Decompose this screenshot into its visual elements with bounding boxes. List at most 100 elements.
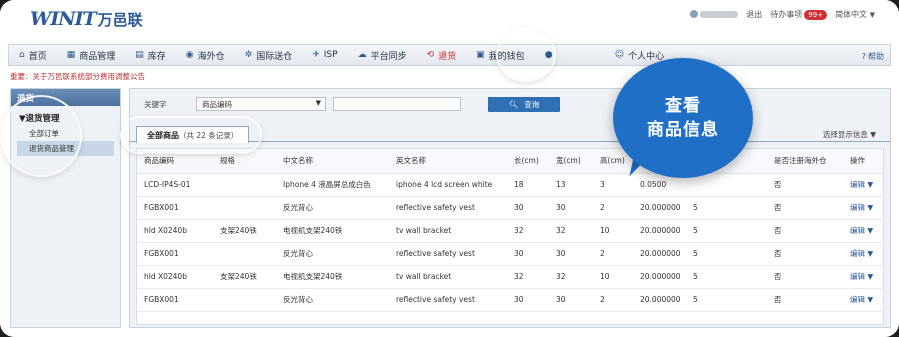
table-cell: 30 — [507, 196, 549, 220]
table-cell: reflective safety vest — [389, 288, 507, 312]
help-link[interactable]: ? 帮助 — [862, 45, 884, 67]
logo-text: 万邑联 — [97, 10, 143, 29]
keyword-input[interactable] — [333, 97, 461, 111]
chevron-down-icon: ▼ — [867, 272, 874, 281]
sidebar-item-return-products[interactable]: 退货商品管理 — [17, 141, 114, 156]
table-cell: 32 — [549, 219, 593, 243]
column-header: 中文名称 — [276, 149, 389, 174]
table-cell: LCD-IP4S-01 — [137, 173, 213, 197]
column-header: 宽(cm) — [549, 149, 593, 174]
nav-item-5[interactable]: ✈ ISP — [302, 44, 347, 66]
user-icon — [689, 9, 698, 18]
sidebar-item-all-orders[interactable]: 全部订单 — [11, 126, 120, 141]
chevron-down-icon: ▼ — [869, 11, 875, 19]
column-select-dropdown[interactable]: 选择显示信息 ▼ — [823, 129, 876, 140]
nav-item-8[interactable]: ▣ 我的钱包 — [466, 44, 535, 66]
table-cell: 20.000000 — [633, 196, 686, 220]
edit-label: 编辑 — [850, 295, 865, 304]
product-table-container: 商品编码规格中文名称英文名称长(cm)宽(cm)高(cm)D )是否注册海外仓操… — [136, 148, 884, 325]
table-cell: 32 — [507, 219, 549, 243]
grid-icon: ▦ — [66, 50, 76, 60]
notice-link[interactable]: 重要：关于万邑联系统部分费用调整公告 — [10, 71, 145, 82]
table-row[interactable]: hld X0240b 支架240铁 电视机支架240铁 tv wall bracket… — [137, 219, 883, 243]
table-cell: 支架240铁 — [213, 265, 276, 289]
language-label: 简体中文 — [835, 10, 868, 19]
nav-item-label: 我的钱包 — [488, 51, 525, 62]
keyword-type-select[interactable]: 商品编码 ▼ — [196, 97, 326, 111]
table-row[interactable]: FGBX001 反光背心 reflective safety vest 30 30 2 20… — [137, 242, 883, 266]
tab-bar: 全部商品（共 22 条记录） 选择显示信息 ▼ — [130, 126, 890, 143]
table-row[interactable]: FGBX001 反光背心 reflective safety vest 30 30 2 20… — [137, 196, 883, 220]
search-icon: 🔍︎ — [508, 100, 519, 109]
edit-action[interactable]: 编辑 ▼ — [843, 196, 883, 220]
table-cell: FGBX001 — [137, 242, 213, 266]
sidebar: 退货 ▼退货管理 全部订单 退货商品管理 — [10, 88, 121, 328]
edit-action[interactable]: 编辑 ▼ — [843, 288, 883, 312]
edit-label: 编辑 — [850, 203, 865, 212]
table-row[interactable]: FGBX001 反光背心 reflective safety vest 30 30 2 20… — [137, 288, 883, 312]
column-select-label: 选择显示信息 — [822, 130, 868, 139]
chevron-down-icon: ▼ — [867, 226, 874, 235]
sidebar-group-return-management[interactable]: ▼退货管理 — [11, 106, 120, 126]
logout-link[interactable]: 退出 — [746, 9, 762, 20]
table-cell: 30 — [507, 242, 549, 266]
nav-item-1[interactable]: ▦ 商品管理 — [57, 44, 126, 66]
chevron-down-icon: ▼ — [867, 203, 874, 212]
plane-icon: ✈ — [312, 50, 320, 60]
sidebar-title: 退货 — [11, 89, 120, 106]
table-cell: 否 — [767, 242, 843, 266]
nav-item-7[interactable]: ⟲ 退货 — [417, 44, 467, 66]
table-cell: 2 — [593, 242, 633, 266]
search-button[interactable]: 🔍︎ 查询 — [488, 97, 560, 112]
keyword-label: 关键字 — [144, 100, 167, 109]
table-cell: 5 — [686, 265, 767, 289]
nav-item-2[interactable]: ▤ 库存 — [125, 44, 176, 66]
table-cell: tv wall bracket — [389, 219, 507, 243]
nav-item-0[interactable]: ⌂ 首页 — [9, 44, 57, 66]
language-select[interactable]: 简体中文 ▼ — [835, 9, 875, 20]
table-row[interactable]: LCD-IP4S-01 Iphone 4 液晶屏总成白色 iphone 4 lcd … — [137, 173, 883, 197]
nav-item-6[interactable]: ☁ 平台同步 — [348, 44, 417, 66]
table-cell: iphone 4 lcd screen white — [389, 173, 507, 197]
search-button-label: 查询 — [524, 100, 540, 109]
search-row: 关键字 商品编码 ▼ 🔍︎ 查询 — [130, 93, 890, 115]
table-cell: 否 — [767, 173, 843, 197]
table-cell: 18 — [507, 173, 549, 197]
nav-item-4[interactable]: ✲ 国际送仓 — [235, 44, 303, 66]
table-cell: FGBX001 — [137, 288, 213, 312]
edit-action[interactable]: 编辑 ▼ — [843, 242, 883, 266]
edit-action[interactable]: 编辑 ▼ — [843, 173, 883, 197]
user-account[interactable] — [689, 9, 739, 20]
nav-item-3[interactable]: ◉ 海外仓 — [176, 44, 235, 66]
table-cell: 30 — [549, 288, 593, 312]
table-cell: 反光背心 — [276, 196, 389, 220]
tab-all-products[interactable]: 全部商品（共 22 条记录） — [136, 126, 250, 143]
edit-action[interactable]: 编辑 ▼ — [843, 265, 883, 289]
edit-label: 编辑 — [850, 272, 865, 281]
callout-line-2: 商品信息 — [647, 120, 719, 140]
table-cell — [213, 173, 276, 197]
home-icon: ⌂ — [19, 50, 25, 60]
table-cell: 反光背心 — [276, 288, 389, 312]
table-cell — [213, 196, 276, 220]
column-header: 商品编码 — [137, 149, 213, 174]
chevron-down-icon: ▼ — [867, 249, 874, 258]
table-cell: 10 — [593, 219, 633, 243]
table-cell: hld X0240b — [137, 265, 213, 289]
todo-link[interactable]: 待办事项 99+ — [770, 9, 828, 20]
table-cell: 32 — [549, 265, 593, 289]
edit-action[interactable]: 编辑 ▼ — [843, 219, 883, 243]
table-cell: 支架240铁 — [213, 219, 276, 243]
column-header: 操作 — [843, 149, 883, 174]
nav-item-9[interactable]: ● — [535, 44, 605, 66]
chevron-down-icon: ▼ — [315, 99, 321, 107]
product-table: 商品编码规格中文名称英文名称长(cm)宽(cm)高(cm)D )是否注册海外仓操… — [137, 149, 883, 312]
table-cell: 5 — [686, 196, 767, 220]
table-row[interactable]: hld X0240b 支架240铁 电视机支架240铁 tv wall bracket… — [137, 265, 883, 289]
table-cell: 3 — [593, 173, 633, 197]
edit-label: 编辑 — [850, 226, 865, 235]
todo-label: 待办事项 — [770, 10, 803, 19]
table-cell: 30 — [549, 242, 593, 266]
table-cell: 否 — [767, 196, 843, 220]
user-bar: 退出 待办事项 99+ 简体中文 ▼ — [689, 9, 875, 20]
